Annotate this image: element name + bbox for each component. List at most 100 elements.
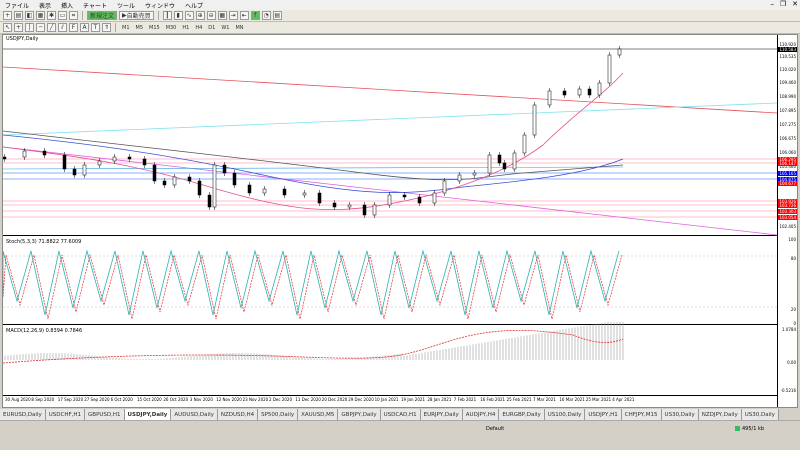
menu-window[interactable]: ウィンドウ: [140, 1, 180, 10]
date-tick: 3 Nov 2020: [189, 397, 213, 402]
chart-shift-icon[interactable]: ⇤: [239, 11, 249, 20]
arrows-icon[interactable]: ⇑: [102, 23, 111, 32]
new-order-button[interactable]: 新規注文: [87, 11, 118, 20]
fibonacci-icon[interactable]: F: [69, 23, 78, 32]
chart-tab[interactable]: CHFJPY,M15: [621, 409, 662, 420]
bar-chart-icon[interactable]: ┃: [162, 11, 172, 20]
menu-file[interactable]: ファイル: [0, 1, 34, 10]
stoch-tick: 100: [788, 237, 796, 242]
chart-tab[interactable]: EURJPY,Daily: [420, 409, 463, 420]
candlestick-icon[interactable]: ▮: [173, 11, 183, 20]
auto-trade-button[interactable]: ▶ 自動売買: [119, 11, 154, 20]
data-window-icon[interactable]: ▦: [36, 11, 45, 20]
candle: [442, 180, 447, 194]
menu-insert[interactable]: 挿入: [56, 1, 78, 10]
crosshair-icon[interactable]: +: [14, 23, 23, 32]
timeframe-m15[interactable]: M15: [147, 25, 162, 31]
candle: [532, 104, 537, 136]
indicators-icon[interactable]: f: [250, 11, 260, 20]
timeframe-m30[interactable]: M30: [164, 25, 179, 31]
candle: [162, 180, 167, 186]
date-tick: 15 Oct 2020: [137, 397, 162, 402]
tester-icon[interactable]: ⌗: [69, 11, 78, 20]
menu-view[interactable]: 表示: [34, 1, 56, 10]
menu-chart[interactable]: チャート: [78, 1, 112, 10]
market-watch-icon[interactable]: ◧: [25, 11, 34, 20]
candle: [372, 204, 377, 216]
timeframe-mn[interactable]: MN: [233, 25, 245, 31]
periods-icon[interactable]: ◔: [261, 11, 271, 20]
chart-tab[interactable]: EURUSD,Daily: [0, 409, 46, 420]
candle: [457, 174, 462, 182]
autoscroll-icon[interactable]: ⇥: [228, 11, 238, 20]
menu-tools[interactable]: ツール: [112, 1, 140, 10]
navigator-icon[interactable]: ✱: [47, 11, 56, 20]
timeframe-w1[interactable]: W1: [219, 25, 231, 31]
date-tick: 25 Mar 2021: [585, 397, 612, 402]
line-chart-icon[interactable]: ∿: [184, 11, 194, 20]
candle: [112, 156, 117, 162]
macd-tick: 0.00: [787, 360, 796, 365]
timeframe-m5[interactable]: M5: [134, 25, 146, 31]
chart-tab[interactable]: EURGBP,Daily: [499, 409, 545, 420]
date-tick: 25 Feb 2021: [506, 397, 532, 402]
chart-tab[interactable]: GBPJPY,Daily: [338, 409, 381, 420]
timeframe-h1[interactable]: H1: [180, 25, 191, 31]
candle: [97, 160, 102, 166]
restore-icon[interactable]: ❐: [780, 0, 786, 8]
price-tick: 106.060: [779, 150, 796, 155]
trendline-icon[interactable]: ╱: [47, 23, 56, 32]
candle: [82, 164, 87, 176]
chart-tab[interactable]: NZDUSD,H4: [217, 409, 259, 420]
date-tick: 26 Oct 2020: [163, 397, 189, 402]
channel-icon[interactable]: ⫽: [58, 23, 67, 32]
chart-tab[interactable]: US30,Daily: [741, 409, 779, 420]
chart-tab[interactable]: GBPUSD,H1: [85, 409, 125, 420]
horizontal-line-icon[interactable]: ─: [36, 23, 45, 32]
close-icon[interactable]: ✕: [792, 0, 798, 8]
date-tick: 16 Feb 2021: [480, 397, 506, 402]
templates-icon[interactable]: ▤: [272, 11, 282, 20]
date-tick: 23 Nov 2020: [242, 397, 269, 402]
chart-tab[interactable]: SP500,Daily: [258, 409, 299, 420]
tile-windows-icon[interactable]: ▦: [217, 11, 227, 20]
zoom-out-icon[interactable]: ⊖: [206, 11, 216, 20]
chart-tab[interactable]: USDJPY,Daily: [124, 409, 172, 420]
terminal-icon[interactable]: ▭: [58, 11, 67, 20]
timeframe-d1[interactable]: D1: [206, 25, 217, 31]
candle: [262, 188, 267, 194]
chart-tab[interactable]: AUDJPY,H4: [462, 409, 500, 420]
auto-trade-label: 自動売買: [126, 13, 151, 20]
chart-tab[interactable]: XAUUSD,M5: [298, 409, 339, 420]
trend-line: [3, 146, 777, 236]
menu-bar: ファイル 表示 挿入 チャート ツール ウィンドウ ヘルプ – ❐ ✕: [0, 0, 800, 10]
timeframe-h4[interactable]: H4: [193, 25, 204, 31]
cursor-icon[interactable]: ↖: [3, 23, 12, 32]
price-axis[interactable]: 110.920 110.535 110.020 109.460 108.990 107.8…: [777, 35, 797, 407]
chart-tab[interactable]: USDCHF,H1: [45, 409, 86, 420]
label-icon[interactable]: T: [91, 23, 100, 32]
stoch-signal-line: [3, 253, 623, 320]
candle: [432, 192, 437, 204]
new-chart-icon[interactable]: +: [3, 11, 12, 20]
chart-window[interactable]: USDJPY,Daily Stoch(5,3,3) 71.8822 77.600…: [2, 34, 798, 408]
zoom-in-icon[interactable]: ⊕: [195, 11, 205, 20]
chart-tab[interactable]: USDJPY,H1: [585, 409, 622, 420]
date-tick: 6 Oct 2020: [110, 397, 133, 402]
text-icon[interactable]: A: [80, 23, 89, 32]
date-tick: 8 Sep 2020: [31, 397, 55, 402]
menu-help[interactable]: ヘルプ: [180, 1, 208, 10]
chart-tab[interactable]: USDCAD,H1: [380, 409, 421, 420]
vertical-line-icon[interactable]: │: [25, 23, 34, 32]
timeframe-m1[interactable]: M1: [120, 25, 132, 31]
price-chart[interactable]: [3, 35, 777, 395]
price-level-label: 106.147: [778, 161, 797, 166]
chart-tab[interactable]: US100,Daily: [544, 409, 586, 420]
stoch-main-line: [3, 249, 620, 316]
candle: [317, 192, 322, 204]
chart-tab[interactable]: US30,Daily: [661, 409, 699, 420]
chart-tab[interactable]: NZDJPY,Daily: [698, 409, 742, 420]
minimize-icon[interactable]: –: [770, 0, 774, 8]
chart-tab[interactable]: AUDUSD,Daily: [171, 409, 218, 420]
profiles-icon[interactable]: ▤: [14, 11, 23, 20]
